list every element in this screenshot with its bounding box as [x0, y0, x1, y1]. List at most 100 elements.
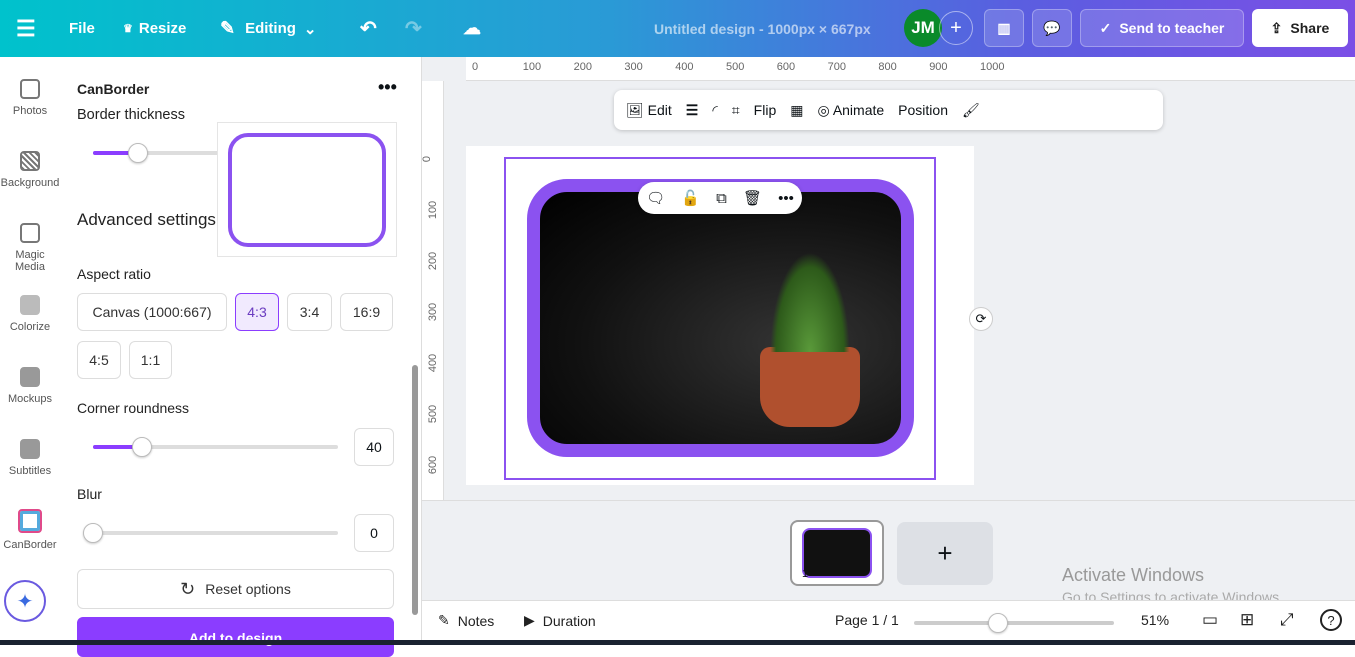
- pages-strip: 1 +: [422, 500, 1355, 600]
- trash-icon[interactable]: 🗑: [743, 189, 762, 207]
- mockups-icon: [20, 367, 40, 387]
- pencil-icon: ✎: [220, 18, 236, 38]
- add-to-design-button[interactable]: Add to design: [77, 617, 394, 657]
- blur-slider[interactable]: [83, 523, 338, 543]
- chevron-down-icon: ⌄: [303, 20, 317, 38]
- avatar[interactable]: JM: [904, 9, 942, 47]
- ratio-3-4[interactable]: 3:4: [287, 293, 332, 331]
- photo-icon: [20, 79, 40, 99]
- ruler-y-tick: 600: [427, 455, 440, 475]
- colorize-icon: [20, 295, 40, 315]
- windows-watermark-title: Activate Windows: [1062, 565, 1205, 585]
- help-icon[interactable]: ?: [1320, 609, 1342, 631]
- ruler-y-tick: 100: [427, 200, 440, 220]
- rail-background[interactable]: Background: [0, 151, 60, 189]
- ruler-y-tick: 200: [427, 251, 440, 271]
- position-button[interactable]: Position: [898, 102, 948, 118]
- hamburger-icon[interactable]: ☰: [16, 0, 36, 57]
- ruler-x-tick: 400: [675, 61, 694, 73]
- page-indicator[interactable]: Page 1 / 1: [835, 612, 899, 628]
- rotate-icon[interactable]: ⟳: [969, 307, 993, 331]
- ratio-1-1[interactable]: 1:1: [129, 341, 172, 379]
- advanced-settings-label: Advanced settings: [77, 210, 216, 229]
- duplicate-icon[interactable]: ⧉: [716, 190, 727, 207]
- crown-icon: ♛: [123, 23, 133, 35]
- add-page-button[interactable]: +: [897, 522, 993, 585]
- share-button[interactable]: ⇪ Share: [1252, 9, 1348, 47]
- vertical-ruler: [422, 81, 444, 501]
- rail-photos[interactable]: Photos: [0, 79, 60, 117]
- fullscreen-icon[interactable]: ⤢: [1280, 610, 1294, 630]
- ratio-canvas[interactable]: Canvas (1000:667): [77, 293, 227, 331]
- context-toolbar: 🖼 Edit ☰ ◜ ⌗ Flip ▦ ◎ Animate Position 🖌: [614, 90, 1163, 130]
- edit-image-icon: 🖼: [626, 101, 644, 118]
- pages-view-icon[interactable]: ▭: [1202, 610, 1218, 630]
- ruler-y-tick: 500: [427, 404, 440, 424]
- grid-view-icon[interactable]: ⊞: [1240, 610, 1254, 630]
- canborder-panel: CanBorder ••• Border thickness Advanced …: [60, 57, 422, 657]
- design-title[interactable]: Untitled design - 1000px × 667px: [654, 0, 871, 57]
- analytics-icon[interactable]: ▥: [984, 9, 1024, 47]
- ruler-x-tick: 500: [726, 61, 745, 73]
- rail-colorize[interactable]: Colorize: [0, 295, 60, 333]
- editing-dropdown[interactable]: ✎ Editing ⌄: [220, 0, 317, 57]
- corner-roundness-slider[interactable]: [93, 437, 338, 457]
- ratio-16-9[interactable]: 16:9: [340, 293, 393, 331]
- magic-assistant-icon[interactable]: ✦: [4, 580, 46, 622]
- add-collaborator-button[interactable]: +: [939, 11, 973, 45]
- page-thumbnail[interactable]: 1: [790, 520, 884, 586]
- undo-icon[interactable]: ↶: [360, 0, 377, 57]
- file-menu[interactable]: File: [69, 0, 95, 57]
- zoom-slider[interactable]: [914, 613, 1114, 633]
- ratio-4-3[interactable]: 4:3: [235, 293, 279, 331]
- border-style-icon[interactable]: ☰: [686, 102, 699, 119]
- magic-media-icon: [20, 223, 40, 243]
- flip-button[interactable]: Flip: [754, 102, 777, 118]
- lock-icon[interactable]: 🔓: [681, 189, 700, 207]
- ruler-x-tick: 800: [878, 61, 897, 73]
- transparency-icon[interactable]: ▦: [790, 102, 803, 119]
- reset-options-button[interactable]: ↻ Reset options: [77, 569, 394, 609]
- corner-roundness-value[interactable]: 40: [354, 428, 394, 466]
- panel-scrollbar[interactable]: [412, 107, 418, 617]
- ruler-y-tick: 0: [421, 155, 434, 163]
- resize-button[interactable]: ♛ Resize: [123, 0, 186, 57]
- ruler-x-tick: 300: [624, 61, 643, 73]
- animate-button[interactable]: ◎ Animate: [817, 102, 884, 119]
- ruler-x-tick: 600: [776, 61, 796, 73]
- rail-mockups[interactable]: Mockups: [0, 367, 60, 405]
- top-bar: ☰ File ♛ Resize ✎ Editing ⌄ ↶ ↷ ☁ Untitled …: [0, 0, 1355, 57]
- duration-button[interactable]: ▶ Duration: [524, 612, 596, 629]
- zoom-level[interactable]: 51%: [1141, 612, 1169, 628]
- aspect-ratio-label: Aspect ratio: [77, 266, 151, 282]
- ruler-x-tick: 1000: [980, 61, 1005, 73]
- notes-button[interactable]: ✎ Notes: [438, 612, 494, 629]
- ruler-y-tick: 400: [427, 353, 440, 373]
- blur-label: Blur: [77, 486, 102, 502]
- animate-icon: ◎: [817, 101, 830, 118]
- corner-rounding-icon[interactable]: ◜: [712, 102, 717, 119]
- comment-add-icon[interactable]: 🗨: [646, 189, 665, 207]
- design-canvas[interactable]: 🗨 🔓 ⧉ 🗑 •••: [466, 146, 974, 485]
- reset-icon: ↻: [180, 578, 196, 599]
- redo-icon[interactable]: ↷: [405, 0, 422, 57]
- border-preview: [217, 122, 397, 257]
- more-icon[interactable]: •••: [778, 190, 794, 207]
- rail-subtitles[interactable]: Subtitles: [0, 439, 60, 477]
- send-to-teacher-button[interactable]: ✓ Send to teacher: [1080, 9, 1244, 47]
- blur-value[interactable]: 0: [354, 514, 394, 552]
- subtitles-icon: [20, 439, 40, 459]
- border-thickness-label: Border thickness: [77, 107, 185, 123]
- cloud-save-icon[interactable]: ☁: [463, 0, 481, 57]
- canborder-icon: [18, 509, 42, 533]
- copy-style-icon[interactable]: 🖌: [962, 102, 980, 119]
- more-options-icon[interactable]: •••: [378, 77, 397, 98]
- check-circle-icon: ✓: [1099, 19, 1112, 36]
- ratio-4-5[interactable]: 4:5: [77, 341, 121, 379]
- horizontal-ruler: [466, 57, 1355, 81]
- comment-icon[interactable]: 💬: [1032, 9, 1072, 47]
- rail-canborder[interactable]: CanBorder: [0, 509, 60, 551]
- edit-button[interactable]: 🖼 Edit: [626, 102, 672, 119]
- crop-icon[interactable]: ⌗: [732, 102, 740, 119]
- rail-magic-media[interactable]: Magic Media: [0, 223, 60, 273]
